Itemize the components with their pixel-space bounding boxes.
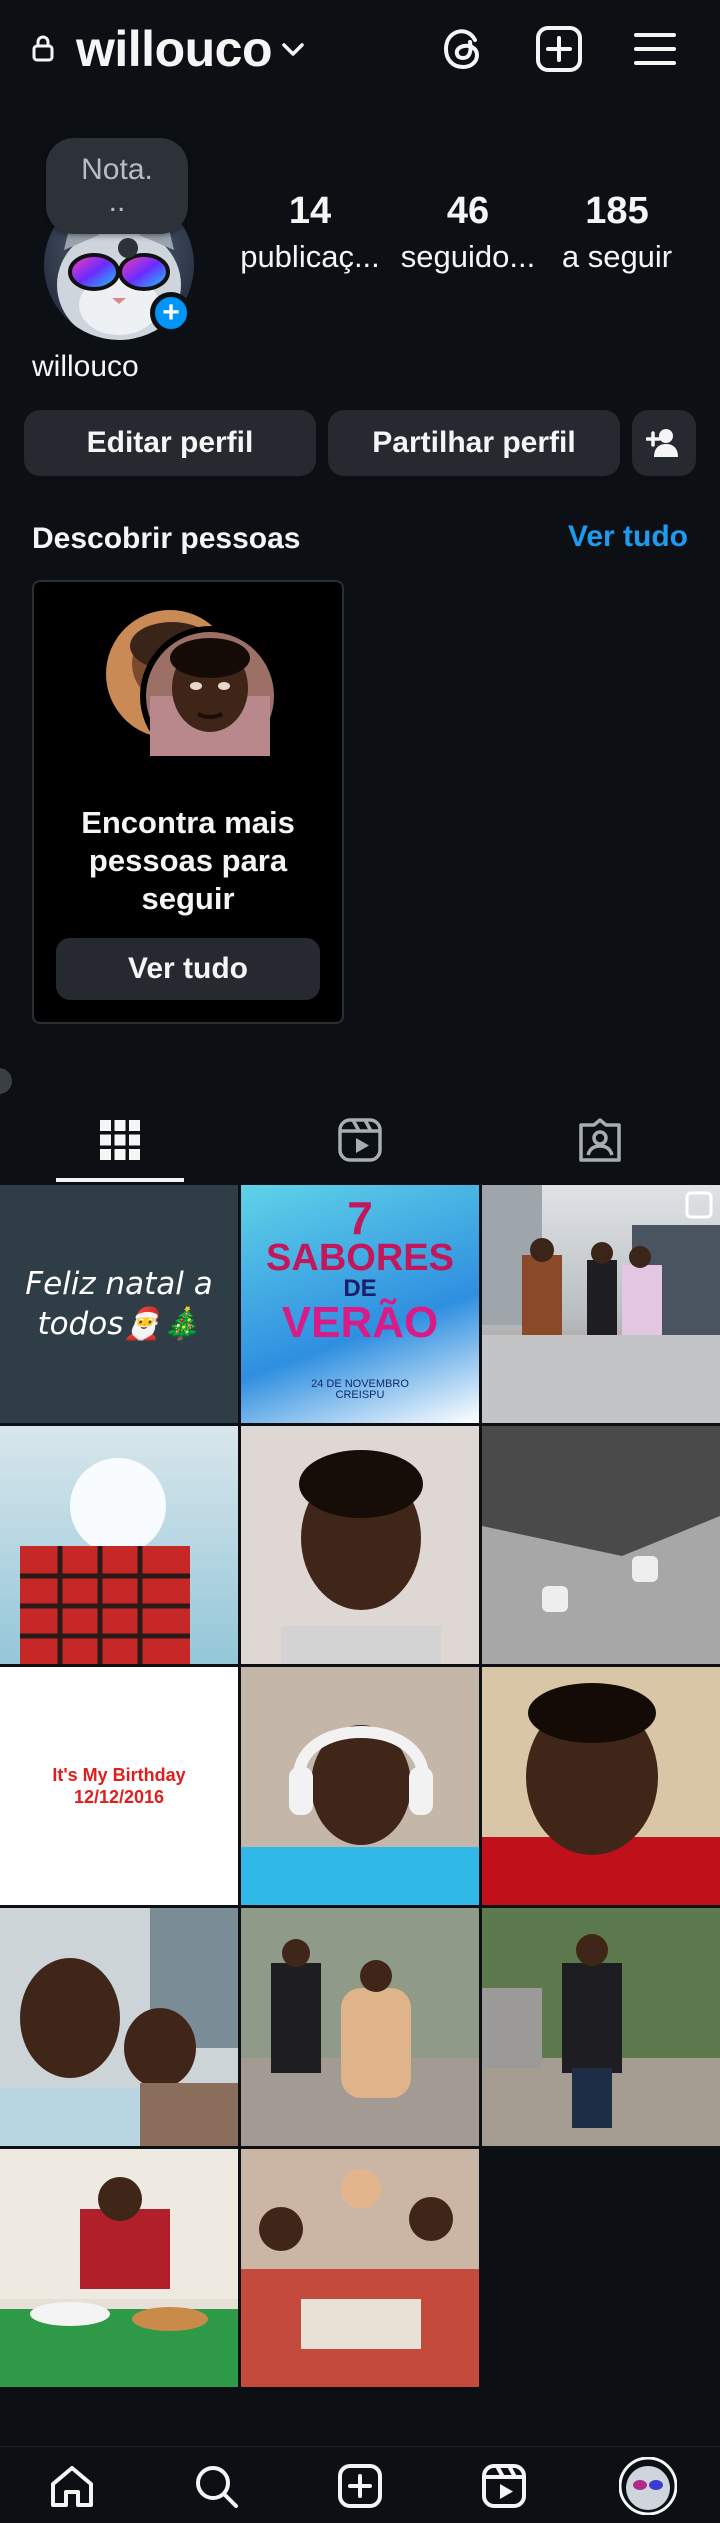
flyer-content: 7 SABORES DE VERÃO 24 DE NOVEMBRO CREISP…: [241, 1185, 479, 1401]
edge-handle: [0, 1068, 12, 1094]
post-thumbnail[interactable]: Feliz natal a todos🎅🎄: [0, 1185, 238, 1423]
flyer-line: VERÃO: [281, 1298, 439, 1347]
find-people-text: Encontra mais pessoas para seguir: [81, 805, 295, 916]
post-thumbnail[interactable]: [241, 2149, 479, 2387]
stat-posts-value: 14: [288, 190, 332, 232]
post-thumbnail[interactable]: [482, 1908, 720, 2146]
stat-following-label: a seguir: [561, 239, 673, 274]
tagged-icon: [579, 1118, 621, 1162]
post-thumbnail[interactable]: [241, 1667, 479, 1905]
menu-icon: [634, 33, 676, 65]
birthday-title: It's My Birthday: [52, 1765, 186, 1785]
discover-people-title: Descobrir pessoas: [32, 522, 301, 555]
photo-group-people: [482, 1185, 720, 1423]
photo-selfie-red: [482, 1683, 720, 1905]
note-bubble-tail: [118, 238, 138, 258]
nav-profile[interactable]: [576, 2447, 720, 2523]
threads-icon: [443, 29, 480, 70]
suggested-avatars-image: [106, 610, 280, 766]
edit-profile-button[interactable]: Editar perfil: [24, 410, 316, 476]
home-icon: [51, 2465, 93, 2507]
search-icon: [196, 2465, 238, 2508]
menu-button[interactable]: [628, 22, 682, 76]
post-thumbnail[interactable]: [0, 2149, 238, 2387]
birthday-graphic: It's My Birthday 12/12/2016: [0, 1667, 238, 1905]
profile-avatar: [619, 2456, 677, 2515]
add-person-icon: [646, 429, 678, 457]
account-username[interactable]: willouco: [76, 20, 273, 78]
flyer-number: 7: [347, 1192, 373, 1244]
photo-standing-boy: [482, 1934, 720, 2146]
note-ellipsis: ..: [108, 185, 126, 218]
reels-icon: [482, 2463, 526, 2508]
nav-search[interactable]: [144, 2447, 288, 2523]
photo-two-people: [241, 1939, 479, 2146]
post-thumbnail[interactable]: 7 SABORES DE VERÃO 24 DE NOVEMBRO CREISP…: [241, 1185, 479, 1423]
note-text: Nota.: [81, 153, 153, 186]
tab-reels[interactable]: [240, 1098, 480, 1182]
tab-tagged[interactable]: [480, 1098, 720, 1182]
add-story-button[interactable]: +: [150, 292, 192, 334]
stat-followers-label: seguido...: [400, 239, 536, 274]
threads-button[interactable]: [436, 22, 490, 76]
note-bubble[interactable]: Nota. ..: [46, 138, 188, 234]
lock-icon: [32, 35, 54, 62]
stat-posts-label: publicaç...: [240, 239, 380, 274]
photo-headphones: [241, 1725, 479, 1905]
reels-icon: [338, 1118, 382, 1162]
photo-portrait: [241, 1426, 479, 1664]
post-thumbnail[interactable]: [482, 1185, 720, 1423]
nav-reels[interactable]: [432, 2447, 576, 2523]
post-thumbnail[interactable]: [482, 1667, 720, 1905]
suggested-avatars: [100, 606, 280, 766]
photo-mirror-selfie: [20, 1458, 190, 1664]
photo-group-toast: [241, 2149, 479, 2387]
flyer-place: CREISPU: [335, 1389, 385, 1401]
post-thumbnail[interactable]: [241, 1908, 479, 2146]
chevron-down-icon[interactable]: [280, 38, 306, 60]
post-thumbnail[interactable]: [0, 1908, 238, 2146]
find-people-card: Encontra mais pessoas para seguir Ver tu…: [32, 580, 344, 1024]
find-people-see-all-button[interactable]: Ver tudo: [56, 938, 320, 1000]
stat-following[interactable]: 185 a seguir: [552, 190, 682, 275]
discover-see-all-link[interactable]: Ver tudo: [568, 520, 688, 554]
photo-two-boys: [0, 1908, 238, 2146]
profile-header: willouco: [0, 0, 720, 100]
stat-following-value: 185: [585, 190, 649, 232]
nav-home[interactable]: [0, 2447, 144, 2523]
grid-icon: [100, 1120, 140, 1160]
profile-content-tabs: [0, 1098, 720, 1182]
share-profile-button[interactable]: Partilhar perfil: [328, 410, 620, 476]
post-thumbnail[interactable]: [241, 1426, 479, 1664]
post-thumbnail[interactable]: It's My Birthday 12/12/2016: [0, 1667, 238, 1905]
create-icon: [338, 2463, 382, 2508]
nav-create[interactable]: [288, 2447, 432, 2523]
discover-people-button[interactable]: [632, 410, 696, 476]
stat-followers-value: 46: [446, 190, 490, 232]
profile-display-name: willouco: [32, 350, 139, 383]
photo-shoes: [482, 1426, 720, 1664]
post-caption: Feliz natal a todos🎅🎄: [25, 1266, 213, 1342]
photo-birthday-table: [0, 2149, 238, 2387]
bottom-navigation: [0, 2446, 720, 2523]
stat-followers[interactable]: 46 seguido...: [388, 190, 548, 275]
post-thumbnail[interactable]: [0, 1426, 238, 1664]
flyer-line: SABORES: [266, 1237, 454, 1279]
birthday-date: 12/12/2016: [73, 1787, 165, 1807]
active-tab-indicator: [56, 1178, 184, 1182]
tab-grid[interactable]: [0, 1098, 240, 1182]
post-thumbnail[interactable]: [482, 1426, 720, 1664]
add-post-icon: [536, 26, 582, 72]
add-post-button[interactable]: [532, 22, 586, 76]
stat-posts[interactable]: 14 publicaç...: [230, 190, 390, 275]
